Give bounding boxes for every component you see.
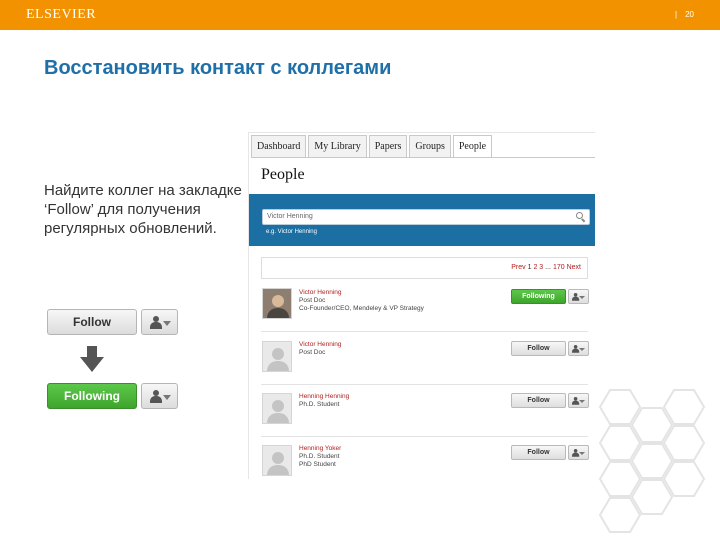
tab-dashboard[interactable]: Dashboard [251,135,307,157]
caret-down-icon [579,348,585,351]
pager-ellipsis: ... [545,264,551,271]
person-position: Ph.D. Student [299,401,340,408]
avatar[interactable] [262,393,292,424]
person-position: Post Doc [299,349,326,356]
avatar[interactable] [262,341,292,372]
tab-groups[interactable]: Groups [409,135,451,157]
pager-page-2[interactable]: 2 [533,264,537,271]
follow-button[interactable]: Follow [511,341,566,356]
person-affiliation: Co-Founder/CEO, Mendeley & VP Strategy [299,305,424,312]
tab-divider [251,157,595,158]
pager-last-page[interactable]: 170 [553,264,565,271]
user-icon [150,316,162,329]
demo-user-menu-button[interactable] [141,383,178,409]
people-title: People [261,166,305,183]
person-name[interactable]: Victor Henning [299,341,342,348]
person-position: Post Doc [299,297,326,304]
pager-page-1[interactable]: 1 [528,264,532,271]
follow-button[interactable]: Follow [511,393,566,408]
pagination: Prev 1 2 3 ... 170 Next [511,264,581,271]
arrow-down-icon [80,346,104,372]
tab-bar: Dashboard My Library Papers Groups Peopl… [251,135,494,159]
person-name[interactable]: Henning Yoker [299,445,341,452]
people-search-input[interactable]: Victor Henning [262,209,590,225]
page-number-value: 20 [685,10,694,19]
row-divider [261,436,588,437]
row-divider [261,331,588,332]
demo-following-button[interactable]: Following [47,383,137,409]
tab-people[interactable]: People [452,135,493,158]
search-hint: e.g. Victor Henning [266,229,317,235]
person-affiliation: PhD Student [299,461,336,468]
page-separator: | [675,10,678,19]
tab-my-library[interactable]: My Library [308,135,367,157]
row-divider [261,384,588,385]
people-screenshot: Dashboard My Library Papers Groups Peopl… [248,132,595,479]
demo-follow-button[interactable]: Follow [47,309,137,335]
user-menu-button[interactable] [568,289,589,304]
avatar[interactable] [262,288,292,319]
avatar[interactable] [262,445,292,476]
pager-next[interactable]: Next [567,264,581,271]
user-menu-button[interactable] [568,341,589,356]
person-name[interactable]: Victor Henning [299,289,342,296]
results-header: Prev 1 2 3 ... 170 Next [261,257,588,279]
pager-page-3[interactable]: 3 [539,264,543,271]
search-value: Victor Henning [267,213,313,220]
follow-button[interactable]: Follow [511,445,566,460]
following-button[interactable]: Following [511,289,566,304]
user-icon [150,390,162,403]
tab-papers[interactable]: Papers [368,135,408,157]
search-icon[interactable] [576,212,586,223]
page-number: | 20 [675,10,694,19]
person-name[interactable]: Henning Henning [299,393,349,400]
pager-prev[interactable]: Prev [511,264,525,271]
demo-user-menu-button[interactable] [141,309,178,335]
slide-title: Восстановить контакт с коллегами [44,57,392,79]
hexagon-pattern-decoration [598,389,706,533]
header-bar: ELSEVIER | 20 [0,0,720,30]
elsevier-logo: ELSEVIER [26,7,97,22]
slide-body-text: Найдите коллег на закладке ‘Follow’ для … [44,182,242,237]
caret-down-icon [579,296,585,299]
caret-down-icon [163,395,171,400]
caret-down-icon [163,321,171,326]
person-position: Ph.D. Student [299,453,340,460]
